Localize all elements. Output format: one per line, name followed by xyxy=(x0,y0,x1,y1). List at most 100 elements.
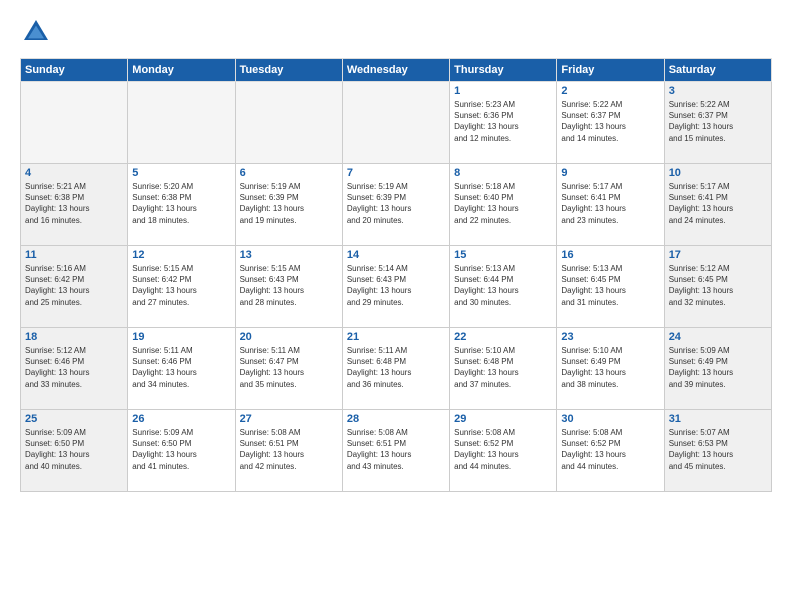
day-number: 16 xyxy=(561,249,659,261)
cell-text: Sunrise: 5:11 AMSunset: 6:46 PMDaylight:… xyxy=(132,345,230,390)
calendar-cell: 7Sunrise: 5:19 AMSunset: 6:39 PMDaylight… xyxy=(342,164,449,246)
cell-text: Sunrise: 5:15 AMSunset: 6:42 PMDaylight:… xyxy=(132,263,230,308)
day-number: 13 xyxy=(240,249,338,261)
cell-text: Sunrise: 5:09 AMSunset: 6:49 PMDaylight:… xyxy=(669,345,767,390)
calendar-cell: 14 Sunrise: 5:14 AMSunset: 6:43 PMDayligh… xyxy=(342,246,449,328)
calendar-week-5: 25 Sunrise: 5:09 AMSunset: 6:50 PMDayligh… xyxy=(21,410,772,492)
day-number: 22 xyxy=(454,331,552,343)
cell-text: Sunrise: 5:19 AMSunset: 6:39 PMDaylight:… xyxy=(347,181,445,226)
cell-text: Sunrise: 5:13 AMSunset: 6:45 PMDaylight:… xyxy=(561,263,659,308)
cell-text: Sunrise: 5:07 AMSunset: 6:53 PMDaylight:… xyxy=(669,427,767,472)
calendar-cell xyxy=(235,82,342,164)
day-number: 20 xyxy=(240,331,338,343)
calendar-header-monday: Monday xyxy=(128,59,235,82)
day-number: 10 xyxy=(669,167,767,179)
day-number: 18 xyxy=(25,331,123,343)
calendar-cell: 20 Sunrise: 5:11 AMSunset: 6:47 PMDayligh… xyxy=(235,328,342,410)
day-number: 25 xyxy=(25,413,123,425)
day-number: 8 xyxy=(454,167,552,179)
calendar-cell: 19 Sunrise: 5:11 AMSunset: 6:46 PMDayligh… xyxy=(128,328,235,410)
calendar-cell: 25Sunrise: 5:09 AMSunset: 6:50 PMDayligh… xyxy=(21,410,128,492)
calendar-cell: 29 Sunrise: 5:08 AMSunset: 6:52 PMDayligh… xyxy=(450,410,557,492)
calendar-cell: 9 Sunrise: 5:17 AMSunset: 6:41 PMDaylight… xyxy=(557,164,664,246)
day-number: 21 xyxy=(347,331,445,343)
calendar-cell: 24 Sunrise: 5:09 AMSunset: 6:49 PMDayligh… xyxy=(664,328,771,410)
calendar-header-row: SundayMondayTuesdayWednesdayThursdayFrid… xyxy=(21,59,772,82)
calendar-cell: 17 Sunrise: 5:12 AMSunset: 6:45 PMDayligh… xyxy=(664,246,771,328)
header xyxy=(20,16,772,48)
logo xyxy=(20,16,56,48)
cell-text: Sunrise: 5:12 AMSunset: 6:45 PMDaylight:… xyxy=(669,263,767,308)
cell-text: Sunrise: 5:17 AMSunset: 6:41 PMDaylight:… xyxy=(561,181,659,226)
day-number: 19 xyxy=(132,331,230,343)
day-number: 24 xyxy=(669,331,767,343)
calendar-header-tuesday: Tuesday xyxy=(235,59,342,82)
day-number: 27 xyxy=(240,413,338,425)
calendar-cell: 4 Sunrise: 5:21 AMSunset: 6:38 PMDaylight… xyxy=(21,164,128,246)
calendar-cell: 27Sunrise: 5:08 AMSunset: 6:51 PMDayligh… xyxy=(235,410,342,492)
day-number: 11 xyxy=(25,249,123,261)
cell-text: Sunrise: 5:11 AMSunset: 6:48 PMDaylight:… xyxy=(347,345,445,390)
cell-text: Sunrise: 5:22 AMSunset: 6:37 PMDaylight:… xyxy=(669,99,767,144)
calendar-week-1: 1 Sunrise: 5:23 AMSunset: 6:36 PMDaylight… xyxy=(21,82,772,164)
calendar-header-sunday: Sunday xyxy=(21,59,128,82)
day-number: 6 xyxy=(240,167,338,179)
cell-text: Sunrise: 5:11 AMSunset: 6:47 PMDaylight:… xyxy=(240,345,338,390)
cell-text: Sunrise: 5:21 AMSunset: 6:38 PMDaylight:… xyxy=(25,181,123,226)
calendar: SundayMondayTuesdayWednesdayThursdayFrid… xyxy=(20,58,772,492)
day-number: 30 xyxy=(561,413,659,425)
day-number: 15 xyxy=(454,249,552,261)
calendar-header-saturday: Saturday xyxy=(664,59,771,82)
day-number: 17 xyxy=(669,249,767,261)
calendar-cell: 28Sunrise: 5:08 AMSunset: 6:51 PMDayligh… xyxy=(342,410,449,492)
cell-text: Sunrise: 5:10 AMSunset: 6:49 PMDaylight:… xyxy=(561,345,659,390)
day-number: 5 xyxy=(132,167,230,179)
cell-text: Sunrise: 5:23 AMSunset: 6:36 PMDaylight:… xyxy=(454,99,552,144)
cell-text: Sunrise: 5:09 AMSunset: 6:50 PMDaylight:… xyxy=(132,427,230,472)
calendar-week-4: 18Sunrise: 5:12 AMSunset: 6:46 PMDayligh… xyxy=(21,328,772,410)
calendar-cell: 10 Sunrise: 5:17 AMSunset: 6:41 PMDayligh… xyxy=(664,164,771,246)
day-number: 23 xyxy=(561,331,659,343)
day-number: 26 xyxy=(132,413,230,425)
day-number: 4 xyxy=(25,167,123,179)
calendar-week-3: 11 Sunrise: 5:16 AMSunset: 6:42 PMDayligh… xyxy=(21,246,772,328)
cell-text: Sunrise: 5:08 AMSunset: 6:52 PMDaylight:… xyxy=(561,427,659,472)
day-number: 31 xyxy=(669,413,767,425)
logo-icon xyxy=(20,16,52,48)
calendar-cell: 2 Sunrise: 5:22 AMSunset: 6:37 PMDaylight… xyxy=(557,82,664,164)
calendar-cell xyxy=(21,82,128,164)
cell-text: Sunrise: 5:08 AMSunset: 6:52 PMDaylight:… xyxy=(454,427,552,472)
day-number: 1 xyxy=(454,85,552,97)
calendar-cell: 22Sunrise: 5:10 AMSunset: 6:48 PMDayligh… xyxy=(450,328,557,410)
calendar-cell: 18Sunrise: 5:12 AMSunset: 6:46 PMDayligh… xyxy=(21,328,128,410)
calendar-cell: 5 Sunrise: 5:20 AMSunset: 6:38 PMDaylight… xyxy=(128,164,235,246)
day-number: 9 xyxy=(561,167,659,179)
cell-text: Sunrise: 5:20 AMSunset: 6:38 PMDaylight:… xyxy=(132,181,230,226)
calendar-cell xyxy=(128,82,235,164)
calendar-cell: 6 Sunrise: 5:19 AMSunset: 6:39 PMDaylight… xyxy=(235,164,342,246)
cell-text: Sunrise: 5:16 AMSunset: 6:42 PMDaylight:… xyxy=(25,263,123,308)
cell-text: Sunrise: 5:08 AMSunset: 6:51 PMDaylight:… xyxy=(347,427,445,472)
calendar-cell: 21 Sunrise: 5:11 AMSunset: 6:48 PMDayligh… xyxy=(342,328,449,410)
cell-text: Sunrise: 5:19 AMSunset: 6:39 PMDaylight:… xyxy=(240,181,338,226)
calendar-cell: 8 Sunrise: 5:18 AMSunset: 6:40 PMDaylight… xyxy=(450,164,557,246)
calendar-cell: 15Sunrise: 5:13 AMSunset: 6:44 PMDayligh… xyxy=(450,246,557,328)
cell-text: Sunrise: 5:14 AMSunset: 6:43 PMDaylight:… xyxy=(347,263,445,308)
calendar-cell xyxy=(342,82,449,164)
calendar-cell: 16 Sunrise: 5:13 AMSunset: 6:45 PMDayligh… xyxy=(557,246,664,328)
cell-text: Sunrise: 5:17 AMSunset: 6:41 PMDaylight:… xyxy=(669,181,767,226)
cell-text: Sunrise: 5:18 AMSunset: 6:40 PMDaylight:… xyxy=(454,181,552,226)
cell-text: Sunrise: 5:22 AMSunset: 6:37 PMDaylight:… xyxy=(561,99,659,144)
day-number: 2 xyxy=(561,85,659,97)
calendar-header-wednesday: Wednesday xyxy=(342,59,449,82)
calendar-header-friday: Friday xyxy=(557,59,664,82)
day-number: 29 xyxy=(454,413,552,425)
calendar-cell: 12Sunrise: 5:15 AMSunset: 6:42 PMDayligh… xyxy=(128,246,235,328)
day-number: 14 xyxy=(347,249,445,261)
calendar-week-2: 4 Sunrise: 5:21 AMSunset: 6:38 PMDaylight… xyxy=(21,164,772,246)
calendar-cell: 1 Sunrise: 5:23 AMSunset: 6:36 PMDaylight… xyxy=(450,82,557,164)
page: SundayMondayTuesdayWednesdayThursdayFrid… xyxy=(0,0,792,612)
cell-text: Sunrise: 5:15 AMSunset: 6:43 PMDaylight:… xyxy=(240,263,338,308)
calendar-cell: 13 Sunrise: 5:15 AMSunset: 6:43 PMDayligh… xyxy=(235,246,342,328)
calendar-cell: 3Sunrise: 5:22 AMSunset: 6:37 PMDaylight… xyxy=(664,82,771,164)
